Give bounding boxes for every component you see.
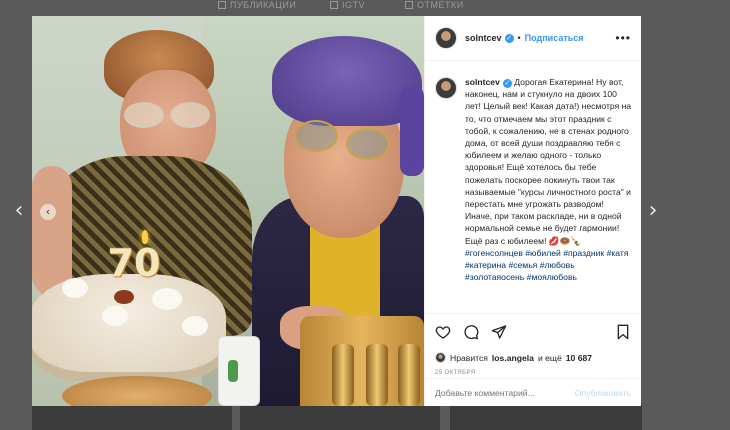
- hashtag-link[interactable]: #праздник: [563, 248, 604, 258]
- hashtag-link[interactable]: #катя: [607, 248, 629, 258]
- cactus-print: [228, 360, 238, 382]
- background-tab-publications: ПУБЛИКАЦИИ: [218, 0, 296, 10]
- hashtag-link[interactable]: #золотаяосень: [465, 272, 524, 282]
- likes-and: и ещё: [537, 352, 562, 363]
- username-link[interactable]: solntcev: [465, 33, 502, 43]
- woman-arm: [32, 166, 72, 296]
- tag-icon: [405, 1, 413, 9]
- candle-flame: [142, 230, 148, 244]
- comment-icon[interactable]: [463, 324, 479, 340]
- likes-prefix: Нравится: [450, 352, 488, 363]
- share-icon[interactable]: [491, 324, 507, 340]
- background-tab-label: ПУБЛИКАЦИИ: [230, 0, 297, 10]
- verified-badge-icon: ✓: [504, 33, 514, 43]
- man-sunglasses: [346, 128, 390, 160]
- photo-prev-button[interactable]: ‹: [40, 204, 56, 220]
- caption-username-link[interactable]: solntcev: [465, 77, 500, 87]
- likes-line: Нравится los.angela и ещё 10 687: [435, 352, 592, 363]
- avatar[interactable]: [435, 27, 457, 49]
- background-post-grid: [0, 404, 730, 430]
- cake-cream: [102, 306, 128, 326]
- more-options-icon[interactable]: •••: [615, 31, 631, 45]
- liker-username-link[interactable]: los.angela: [492, 353, 534, 363]
- follow-button[interactable]: Подписаться: [525, 33, 584, 43]
- hashtag-link[interactable]: #любовь: [540, 260, 575, 270]
- comment-bar: Опубликовать: [425, 378, 641, 406]
- number-candle: 70: [107, 241, 161, 285]
- likes-count-link[interactable]: 10 687: [566, 353, 592, 363]
- background-profile-tabs: ПУБЛИКАЦИИ IGTV ОТМЕТКИ: [0, 0, 730, 16]
- hashtag-link[interactable]: #катерина: [465, 260, 506, 270]
- post-header: solntcev ✓ • Подписаться •••: [425, 16, 641, 61]
- caption-emoji: 💋🍩🍾: [548, 235, 581, 246]
- background-thumbnail: [240, 404, 440, 430]
- cake-cherry: [114, 290, 134, 304]
- background-tab-tagged: ОТМЕТКИ: [405, 0, 464, 10]
- bookmark-icon[interactable]: [615, 324, 631, 340]
- woman-sunglasses: [170, 102, 210, 128]
- cake-cream: [152, 288, 182, 310]
- background-tab-igtv: IGTV: [330, 0, 365, 10]
- man-bandana-tail: [400, 86, 424, 176]
- paper-cup: [218, 336, 260, 406]
- caption-text: Дорогая Екатерина! Ну вот, наконец, нам …: [465, 77, 632, 246]
- cake-cream: [62, 278, 88, 298]
- caption-avatar[interactable]: [435, 77, 457, 99]
- chevron-right-icon[interactable]: ›: [646, 200, 660, 222]
- chevron-left-icon[interactable]: ‹: [12, 200, 26, 222]
- post-photo: 70 ‹: [32, 16, 424, 406]
- post-modal: 70 ‹ solntcev ✓ • Подписаться ••• solntc…: [32, 16, 641, 406]
- post-caption: solntcev ✓ Дорогая Екатерина! Ну вот, нак…: [435, 76, 633, 310]
- man-sunglasses: [294, 120, 338, 152]
- background-tab-label: IGTV: [342, 0, 366, 10]
- woman-sunglasses: [124, 102, 164, 128]
- grid-icon: [218, 1, 226, 9]
- background-tab-label: ОТМЕТКИ: [417, 0, 464, 10]
- igtv-icon: [330, 1, 338, 9]
- hashtag-link[interactable]: #моялюбовь: [527, 272, 577, 282]
- post-side-panel: solntcev ✓ • Подписаться ••• solntcev ✓ Д…: [424, 16, 641, 406]
- background-thumbnail: [450, 404, 642, 430]
- cake-cream: [182, 316, 208, 336]
- separator-dot: •: [517, 33, 521, 43]
- hashtag-link[interactable]: #гогенсолнцев: [465, 248, 523, 258]
- comment-input[interactable]: [435, 387, 575, 398]
- gold-cup: [398, 344, 420, 406]
- publish-button[interactable]: Опубликовать: [575, 388, 631, 398]
- background-thumbnail: [32, 404, 232, 430]
- heart-icon[interactable]: [435, 324, 451, 340]
- verified-badge-icon: ✓: [502, 79, 512, 88]
- caption-text-block: solntcev ✓ Дорогая Екатерина! Ну вот, нак…: [465, 76, 633, 310]
- post-date[interactable]: 25 ОКТЯБРЯ: [435, 370, 476, 376]
- liker-avatar[interactable]: [435, 352, 446, 363]
- hashtag-link[interactable]: #юбилей: [525, 248, 561, 258]
- gold-cup: [332, 344, 354, 406]
- gold-cup: [366, 344, 388, 406]
- hashtag-link[interactable]: #семья: [508, 260, 537, 270]
- post-actions: [425, 313, 641, 349]
